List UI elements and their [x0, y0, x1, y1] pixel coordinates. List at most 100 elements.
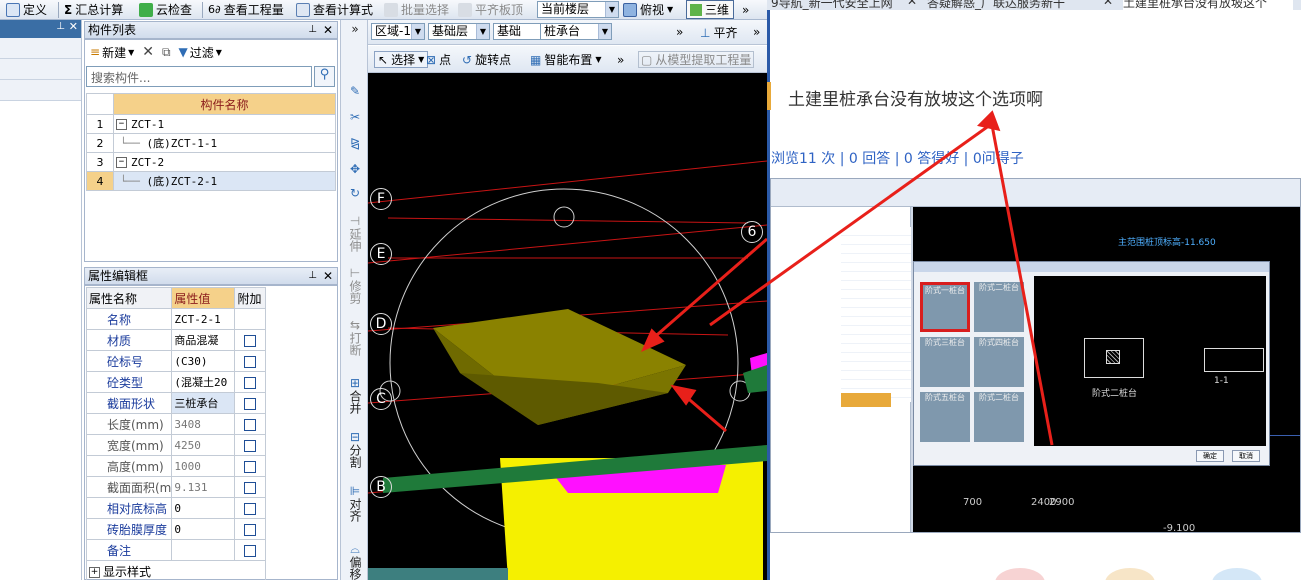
rotation-handle[interactable]: [553, 206, 575, 228]
split-button[interactable]: ⊟ 分割: [345, 430, 365, 468]
extra-checkbox[interactable]: [244, 460, 257, 473]
browser-tab-active[interactable]: 土建里桩承台没有放坡这个: [1123, 0, 1293, 10]
align-flat-button[interactable]: ⊥ 平齐: [700, 24, 737, 41]
property-row[interactable]: 名称 ZCT-2-1: [85, 308, 266, 330]
navigation-item[interactable]: [0, 38, 81, 59]
search-icon[interactable]: ⚲: [314, 66, 335, 87]
smart-layout-button[interactable]: ▦ 智能布置 ▼: [530, 51, 602, 68]
table-row[interactable]: 2 └── (底)ZCT-1-1: [86, 133, 336, 153]
more-tools-button[interactable]: »: [345, 22, 365, 36]
property-value[interactable]: 4250: [171, 434, 236, 456]
browser-tab[interactable]: 9导航_新一代安全上网: [771, 0, 921, 10]
property-value[interactable]: 1000: [171, 455, 236, 477]
layer-select[interactable]: 基础层 ▼: [428, 23, 490, 40]
extra-checkbox[interactable]: [244, 397, 257, 410]
property-row[interactable]: 相对底标高 0: [85, 497, 266, 519]
pin-icon[interactable]: ⊥: [56, 21, 65, 32]
property-row[interactable]: 高度(mm) 1000: [85, 455, 266, 477]
more-filters-button[interactable]: »: [676, 23, 683, 40]
close-icon[interactable]: ✕: [323, 268, 333, 284]
extra-checkbox[interactable]: [244, 376, 257, 389]
close-icon[interactable]: ✕: [323, 22, 333, 38]
copy-icon[interactable]: ⧉: [162, 45, 171, 60]
property-row[interactable]: 砖胎膜厚度 0: [85, 518, 266, 540]
property-value[interactable]: [171, 539, 236, 561]
flat-slab-button[interactable]: 平齐板顶: [458, 1, 523, 18]
property-row[interactable]: 截面面积(m 9.131: [85, 476, 266, 498]
extra-checkbox[interactable]: [244, 523, 257, 536]
extra-checkbox[interactable]: [244, 439, 257, 452]
define-button[interactable]: 定义: [6, 1, 47, 18]
brush-icon[interactable]: ✎: [345, 84, 365, 98]
property-value[interactable]: ZCT-2-1: [171, 308, 236, 330]
scissors-icon[interactable]: ✂: [345, 110, 365, 124]
close-icon[interactable]: ✕: [907, 0, 919, 10]
display-style-row[interactable]: + 显示样式: [86, 560, 266, 580]
mirror-icon[interactable]: ⧎: [345, 136, 365, 150]
property-value[interactable]: 商品混凝: [171, 329, 236, 351]
dialog-cancel-button[interactable]: 取消: [1232, 450, 1260, 462]
extra-checkbox[interactable]: [244, 502, 257, 515]
component-name-cell[interactable]: − ZCT-2: [113, 152, 336, 172]
extra-checkbox[interactable]: [244, 355, 257, 368]
component-name-cell[interactable]: └── (底)ZCT-1-1: [113, 133, 336, 153]
table-row[interactable]: 3 − ZCT-2: [86, 152, 336, 172]
property-value[interactable]: 三桩承台: [171, 392, 236, 414]
property-row[interactable]: 截面形状 三桩承台: [85, 392, 266, 414]
property-value[interactable]: (混凝土20: [171, 371, 236, 393]
close-icon[interactable]: ✕: [1103, 0, 1115, 10]
extra-checkbox[interactable]: [244, 481, 257, 494]
property-row[interactable]: 砼类型 (混凝土20: [85, 371, 266, 393]
summary-calc-button[interactable]: Σ 汇总计算: [64, 1, 123, 18]
break-button[interactable]: ⇆ 打断: [345, 318, 365, 356]
property-row[interactable]: 长度(mm) 3408: [85, 413, 266, 435]
property-row-footer[interactable]: + 显示样式: [86, 560, 266, 580]
property-row[interactable]: 砼标号 (C30): [85, 350, 266, 372]
property-value[interactable]: 9.131: [171, 476, 236, 498]
extend-button[interactable]: ⊣ 延伸: [345, 214, 365, 252]
merge-button[interactable]: ⊞ 合并: [345, 376, 365, 414]
select-tool-button[interactable]: ↖ 选择 ▼: [374, 51, 429, 68]
collapse-icon[interactable]: −: [116, 157, 127, 168]
table-row-selected[interactable]: 4 └── (底)ZCT-2-1: [86, 171, 336, 191]
extra-checkbox[interactable]: [244, 334, 257, 347]
align-button[interactable]: ⊫ 对齐: [345, 484, 365, 522]
new-component-button[interactable]: ≡ 新建 ▼: [90, 44, 134, 61]
browser-tab[interactable]: 答疑解惑_广联达服务新干: [927, 0, 1107, 10]
extra-checkbox[interactable]: [244, 418, 257, 431]
pin-icon[interactable]: ⊥: [308, 268, 317, 284]
move-icon[interactable]: ✥: [345, 162, 365, 176]
rotate-point-button[interactable]: ↺ 旋转点: [462, 51, 511, 68]
more-align-button[interactable]: »: [753, 23, 760, 40]
offset-button[interactable]: ⌓ 偏移: [345, 542, 365, 580]
expand-icon[interactable]: +: [89, 566, 100, 578]
property-value[interactable]: 0: [171, 497, 236, 519]
cloud-check-button[interactable]: 云检查: [139, 1, 192, 18]
view-mode-dropdown[interactable]: 俯视 ▼: [623, 1, 673, 18]
component-search-input[interactable]: 搜索构件...: [86, 66, 312, 87]
close-icon[interactable]: ✕: [69, 20, 78, 33]
component-type-select[interactable]: 桩承台 ▼: [540, 23, 612, 40]
property-row[interactable]: 宽度(mm) 4250: [85, 434, 266, 456]
property-value[interactable]: 3408: [171, 413, 236, 435]
current-floor-select[interactable]: 当前楼层 ▼: [537, 1, 619, 18]
batch-select-button[interactable]: 批量选择: [384, 1, 449, 18]
three-d-button[interactable]: 三维: [686, 0, 734, 19]
property-value[interactable]: 0: [171, 518, 236, 540]
view-quantity-button[interactable]: 6∂ 查看工程量: [208, 1, 284, 18]
delete-icon[interactable]: ✕: [142, 44, 154, 60]
component-name-cell[interactable]: └── (底)ZCT-2-1: [113, 171, 336, 191]
navigation-item[interactable]: [0, 80, 81, 101]
toolbar-overflow[interactable]: »: [742, 1, 749, 18]
component-name-cell[interactable]: − ZCT-1: [113, 114, 336, 134]
property-row[interactable]: 材质 商品混凝: [85, 329, 266, 351]
view-formula-button[interactable]: 查看计算式: [296, 1, 373, 18]
navigation-item[interactable]: [0, 59, 81, 80]
region-select[interactable]: 区域-1 ▼: [371, 23, 425, 40]
property-row[interactable]: 备注: [85, 539, 266, 561]
extract-quantity-button[interactable]: ▢ 从模型提取工程量: [638, 51, 755, 68]
property-value[interactable]: (C30): [171, 350, 236, 372]
dialog-ok-button[interactable]: 确定: [1196, 450, 1224, 462]
filter-button[interactable]: ▼ 过滤 ▼: [179, 44, 222, 61]
rotate-icon[interactable]: ↻: [345, 186, 365, 200]
